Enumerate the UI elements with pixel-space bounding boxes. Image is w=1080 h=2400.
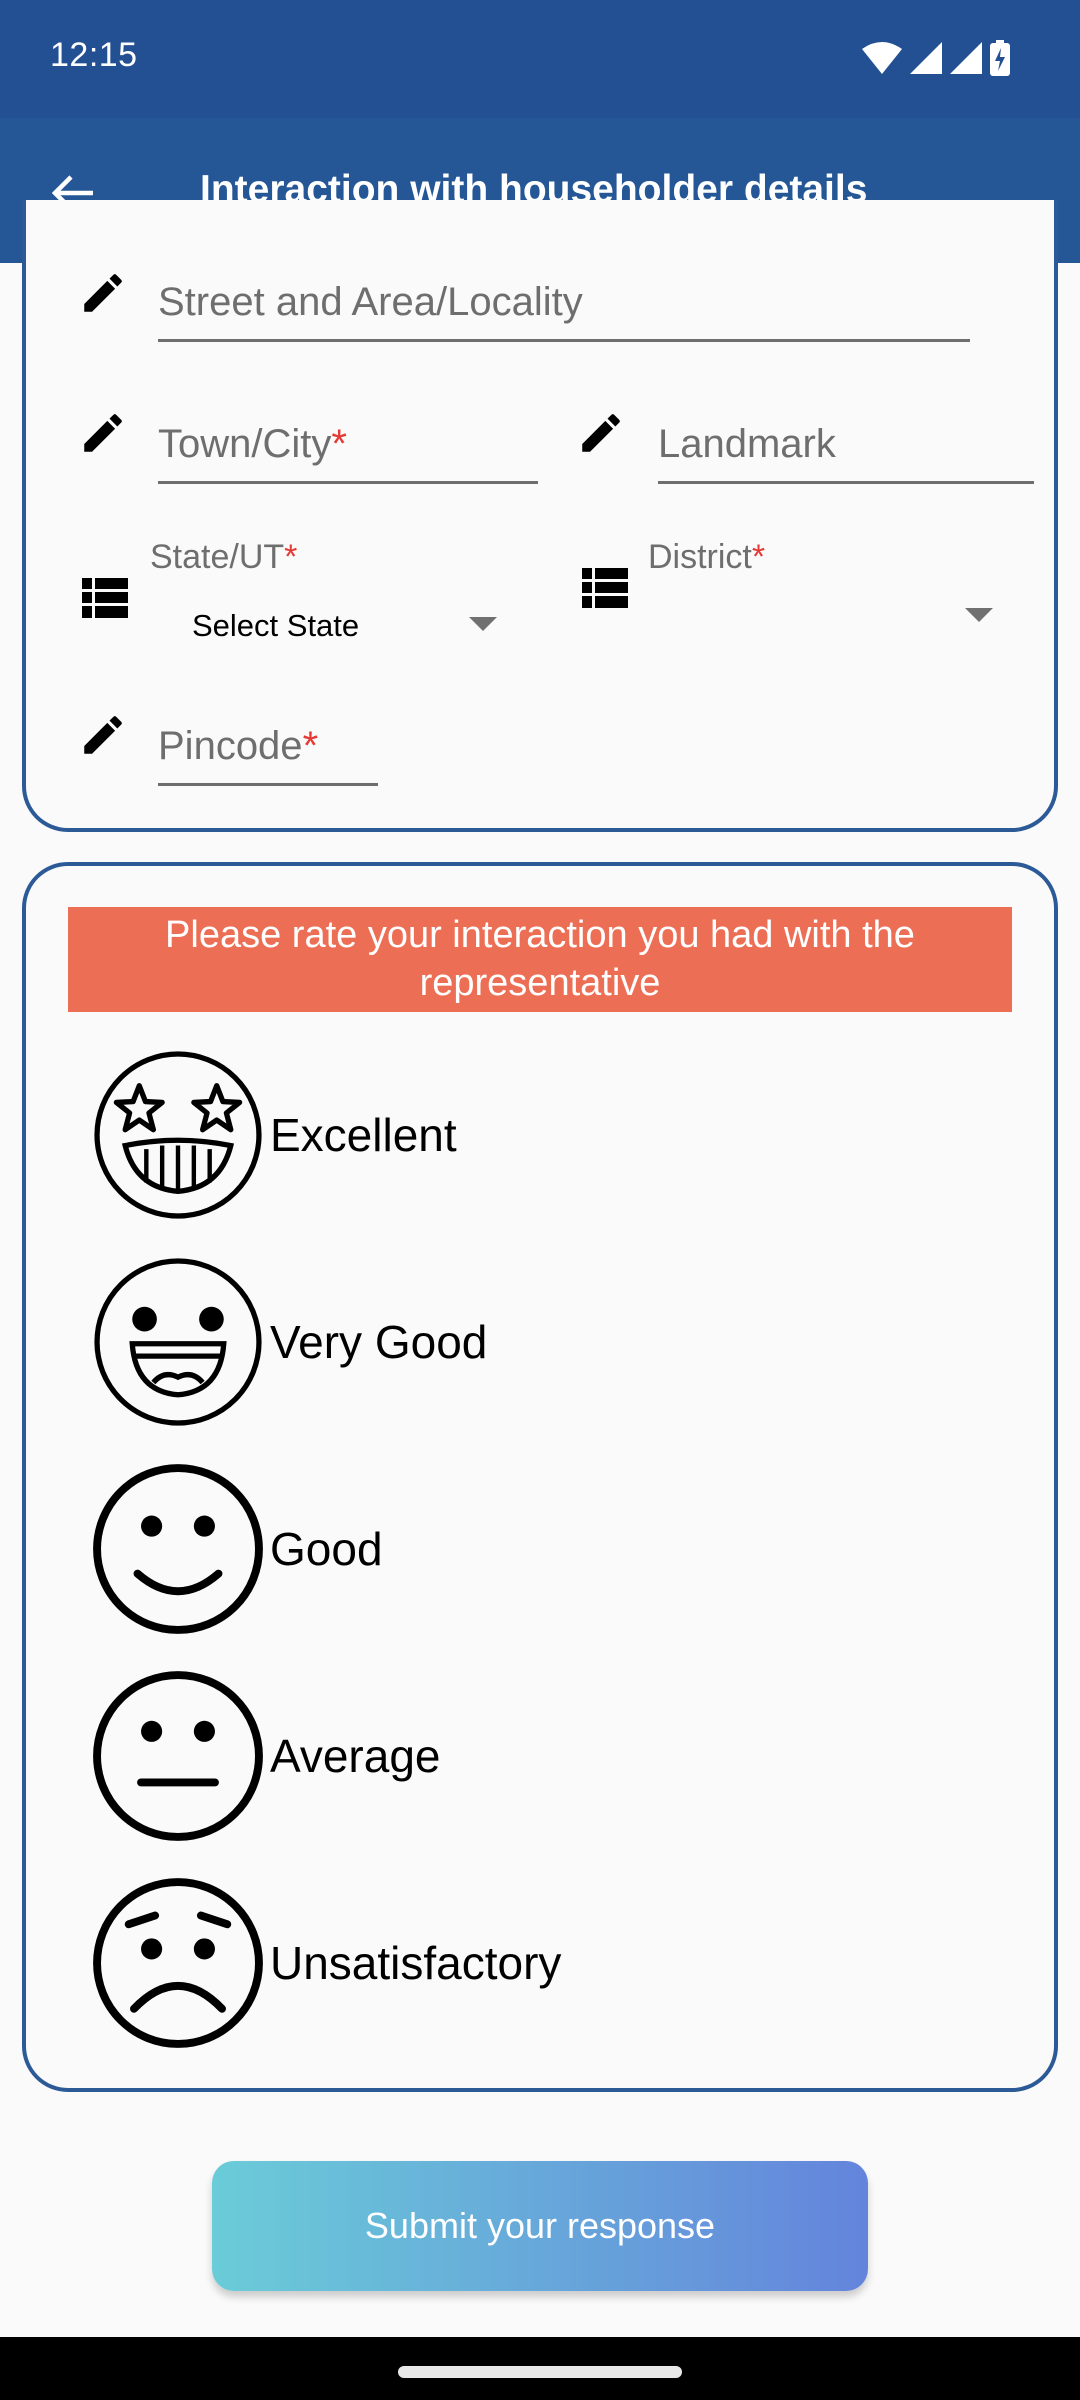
navigation-bar [0,2337,1080,2400]
chevron-down-icon [965,608,993,622]
required-mark: * [331,422,347,466]
pincode-input[interactable]: Pincode* [158,724,378,786]
rating-option-good[interactable]: Good [90,1459,790,1639]
landmark-input[interactable]: Landmark [658,422,1034,484]
status-bar: 12:15 [0,0,1080,118]
street-input[interactable]: Street and Area/Locality [158,280,970,342]
pincode-placeholder: Pincode [158,724,303,768]
rating-label: Excellent [270,1109,457,1161]
smile-icon [93,1464,263,1634]
neutral-face-icon [93,1671,263,1841]
pencil-icon [84,274,122,312]
rating-label: Average [270,1730,441,1782]
battery-charging-icon [990,40,1010,76]
submit-button[interactable]: Submit your response [212,2161,868,2291]
town-placeholder: Town/City [158,422,332,466]
rating-prompt-banner: Please rate your interaction you had wit… [68,907,1012,1012]
rating-option-very-good[interactable]: Very Good [90,1252,790,1432]
chevron-down-icon [469,617,497,631]
district-label: District* [648,538,766,576]
state-label: State/UT* [150,538,298,576]
rating-option-excellent[interactable]: Excellent [90,1045,790,1225]
big-smile-icon [94,1258,262,1426]
status-icons [862,40,1010,76]
pencil-icon [84,414,122,452]
rating-label: Good [270,1523,383,1575]
town-input[interactable]: Town/City* [158,422,538,484]
rating-option-average[interactable]: Average [90,1666,790,1846]
pencil-icon [84,716,122,754]
list-icon [82,578,128,618]
wifi-icon [862,42,902,74]
list-icon [582,568,628,608]
street-placeholder: Street and Area/Locality [158,280,583,324]
landmark-placeholder: Landmark [658,422,836,466]
rating-label: Very Good [270,1316,488,1368]
rating-option-unsatisfactory[interactable]: Unsatisfactory [90,1873,790,2053]
rating-label: Unsatisfactory [270,1937,562,1989]
pencil-icon [582,414,620,452]
required-mark: * [302,724,319,768]
star-eyes-grin-icon [94,1051,262,1219]
home-gesture-handle[interactable] [398,2366,682,2378]
state-selected-value: Select State [192,608,360,643]
signal-icon [950,42,982,74]
status-time: 12:15 [50,36,138,74]
signal-icon [910,42,942,74]
sad-face-icon [93,1878,263,2048]
